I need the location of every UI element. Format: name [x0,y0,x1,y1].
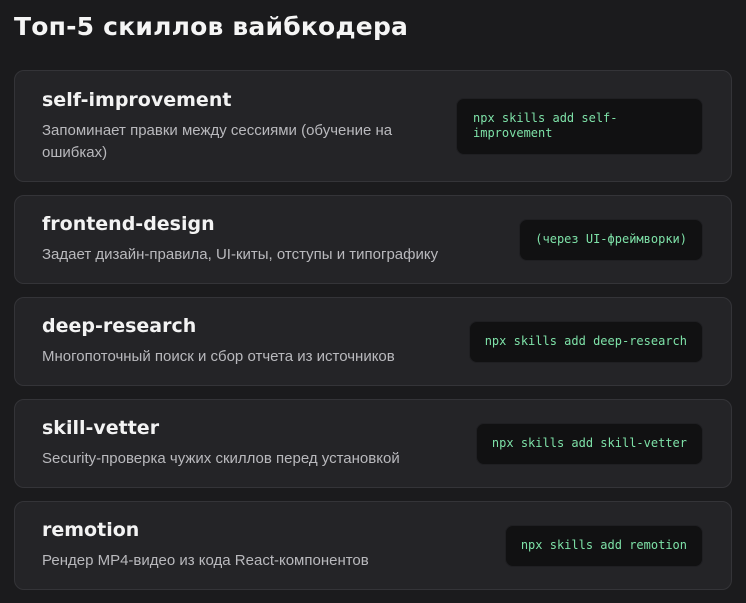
skill-name: skill-vetter [42,417,160,439]
skill-card-skill-vetter: skill-vetter Security-проверка чужих ски… [14,399,732,488]
skill-name: frontend-design [42,213,215,235]
skill-card-text: deep-research Многопоточный поиск и сбор… [42,315,395,368]
install-command[interactable]: npx skills add remotion [504,524,703,567]
skill-name: self-improvement [42,88,232,111]
skill-description: Security-проверка чужих скиллов перед ус… [42,450,400,467]
skill-description: Запоминает правки между сессиями (обучен… [42,121,393,161]
skill-name: remotion [42,519,140,541]
page-title: Топ-5 скиллов вайбкодера [14,12,409,41]
skill-name: deep-research [42,315,197,337]
install-command[interactable]: npx skills add deep-research [468,320,703,363]
skill-card-remotion: remotion Рендер MP4-видео из кода React-… [14,501,732,590]
skill-card-deep-research: deep-research Многопоточный поиск и сбор… [14,297,732,386]
skill-description: Задает дизайн-правила, UI-киты, отступы … [42,246,439,263]
skill-card-self-improvement: self-improvement Запоминает правки между… [14,70,732,182]
install-command[interactable]: (через UI-фреймворки) [519,218,703,261]
skill-description: Многопоточный поиск и сбор отчета из ист… [42,348,395,365]
skills-list: self-improvement Запоминает правки между… [14,70,732,603]
skill-card-frontend-design: frontend-design Задает дизайн-правила, U… [14,195,732,284]
skill-card-text: frontend-design Задает дизайн-правила, U… [42,213,438,266]
skill-card-text: remotion Рендер MP4-видео из кода React-… [42,519,369,572]
install-command[interactable]: npx skills add skill-vetter [475,422,703,465]
skill-card-text: skill-vetter Security-проверка чужих ски… [42,417,400,470]
skill-card-text: self-improvement Запоминает правки между… [42,89,432,164]
skill-description: Рендер MP4-видео из кода React-компонент… [42,552,369,569]
install-command[interactable]: npx skills add self-improvement [456,97,703,155]
